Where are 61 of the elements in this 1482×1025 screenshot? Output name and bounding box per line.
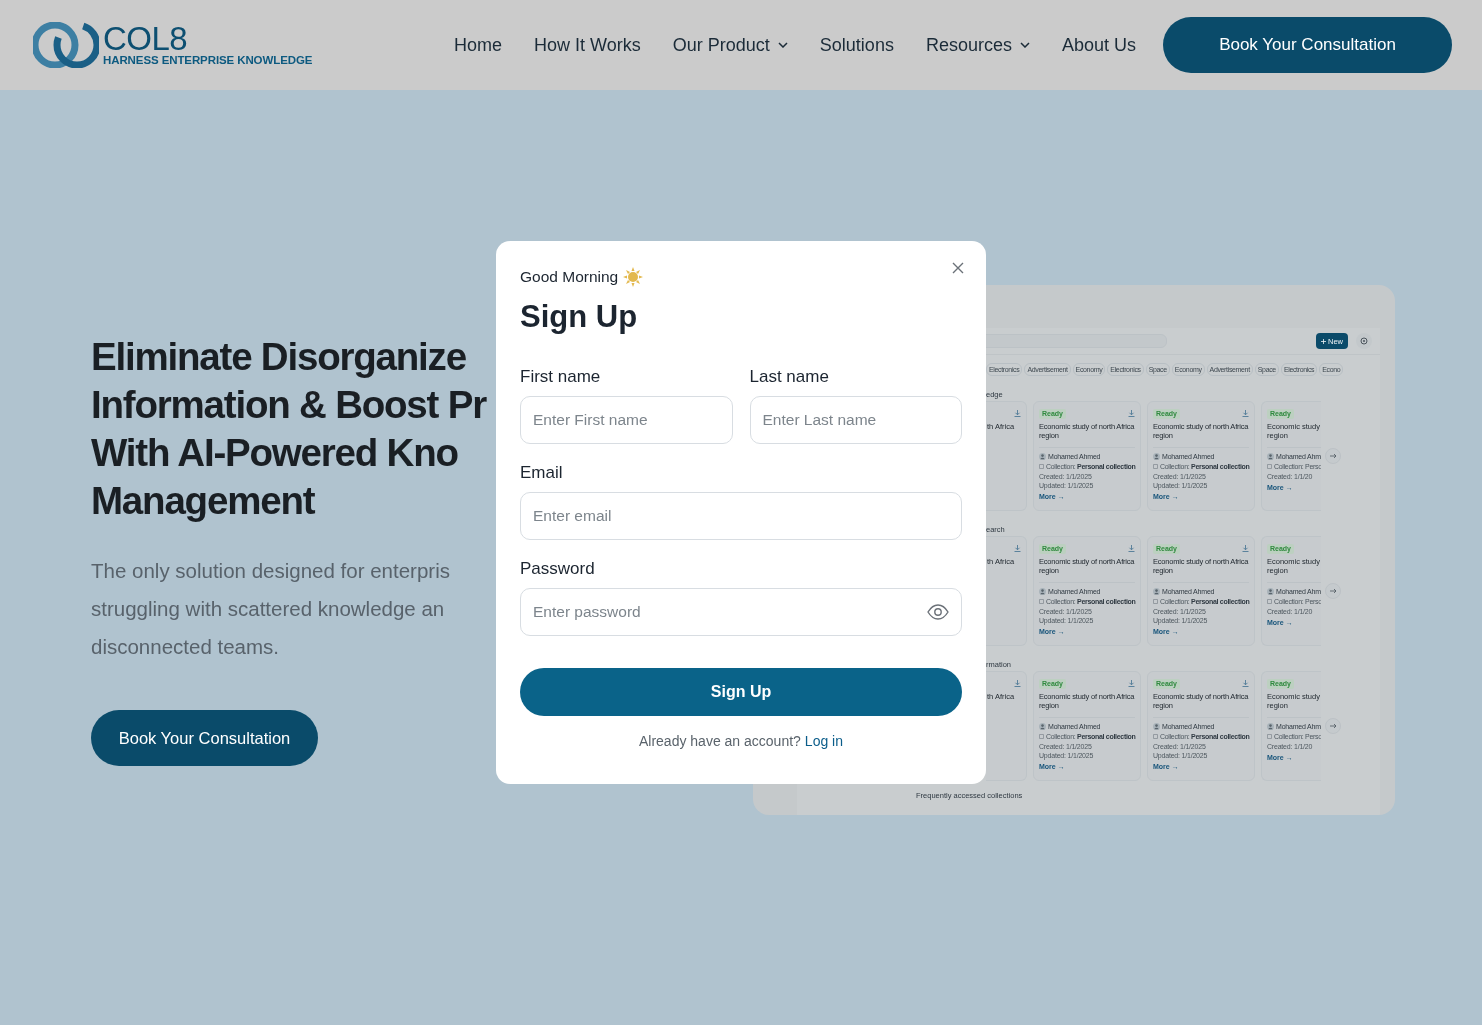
nav-link[interactable]: About Us: [1045, 34, 1152, 56]
avatar-icon: [1267, 588, 1274, 595]
hero-heading-line: Eliminate Disorganize: [91, 334, 466, 380]
download-icon: [1014, 680, 1021, 687]
password-field[interactable]: Enter password: [520, 588, 962, 636]
arrow-right-icon: [1329, 588, 1337, 594]
avatar-icon: [1153, 453, 1160, 460]
account-prompt: Already have an account?: [638, 733, 801, 749]
next-button[interactable]: [1325, 448, 1341, 464]
field-label: First name: [520, 366, 601, 388]
signup-button[interactable]: Sign Up: [520, 668, 962, 716]
logo-icon: [33, 22, 99, 68]
arrow-right-icon: [1329, 723, 1337, 729]
download-icon: [1128, 680, 1135, 687]
input-field[interactable]: Enter Last name: [749, 396, 962, 444]
download-icon: [1128, 410, 1135, 417]
avatar-icon: [1039, 453, 1046, 460]
download-icon: [1242, 410, 1249, 417]
hero-text-line: The only solution designed for enterpris: [91, 558, 450, 584]
greeting-text: Good Morning: [520, 268, 619, 286]
avatar-icon: [1153, 723, 1160, 730]
logo-tagline: HARNESS ENTERPRISE KNOWLEDGE: [103, 54, 313, 66]
hero-text-line: disconnected teams.: [91, 634, 280, 660]
avatar-icon: [1153, 588, 1160, 595]
avatar-icon: [1039, 723, 1046, 730]
eye-icon[interactable]: [927, 604, 949, 620]
nav-link[interactable]: Resources: [909, 34, 1046, 56]
download-icon: [1242, 680, 1249, 687]
field-label: Email: [520, 462, 563, 484]
close-icon: [952, 261, 964, 274]
arrow-right-icon: [1329, 453, 1337, 459]
hero-heading-line: Information & Boost Pr: [91, 382, 486, 428]
hero-text-line: struggling with scattered knowledge an: [91, 596, 445, 622]
consultation-button[interactable]: Book Your Consultation: [1163, 17, 1452, 73]
download-icon: [1242, 545, 1249, 552]
hero-heading-line: Management: [91, 478, 315, 524]
dialog-title: Sign Up: [520, 298, 639, 336]
field-label: Password: [520, 558, 595, 580]
avatar-icon: [1267, 453, 1274, 460]
input-field[interactable]: Enter email: [520, 492, 962, 540]
avatar-icon: [1267, 723, 1274, 730]
sun-icon: [623, 267, 644, 287]
consultation-button[interactable]: Book Your Consultation: [91, 710, 318, 766]
settings-icon: [1360, 337, 1368, 345]
plus-icon: [1321, 338, 1326, 344]
input-field[interactable]: Enter First name: [520, 396, 733, 444]
avatar-icon: [1039, 588, 1046, 595]
nav-link[interactable]: Home: [438, 34, 519, 56]
download-icon: [1128, 545, 1135, 552]
logo-wordmark: COL8: [103, 24, 188, 54]
login-link[interactable]: Log in: [804, 733, 843, 749]
settings-button[interactable]: [1356, 333, 1372, 349]
nav-link[interactable]: Solutions: [803, 34, 910, 56]
next-button[interactable]: [1325, 583, 1341, 599]
download-icon: [1014, 545, 1021, 552]
download-icon: [1014, 410, 1021, 417]
field-label: Last name: [749, 366, 829, 388]
nav-link[interactable]: Our Product: [656, 34, 804, 56]
nav-link[interactable]: How It Works: [518, 34, 657, 56]
next-button[interactable]: [1325, 718, 1341, 734]
hero-heading-line: With AI-Powered Kno: [91, 430, 458, 476]
